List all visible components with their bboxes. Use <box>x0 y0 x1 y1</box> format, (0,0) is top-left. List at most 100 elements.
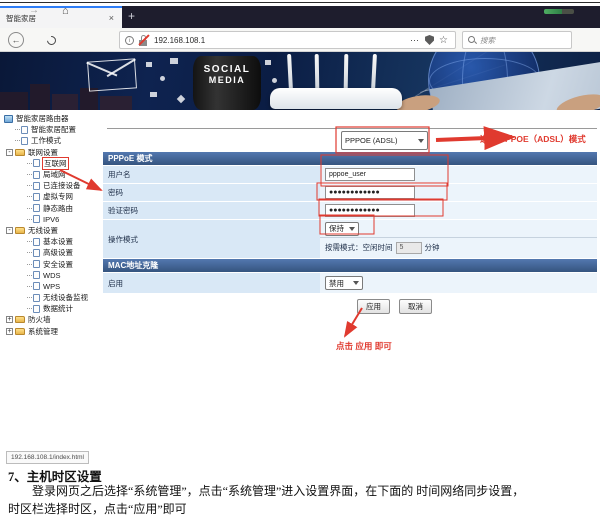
chevron-down-icon <box>418 139 424 143</box>
page-icon <box>33 282 40 290</box>
screenshot-root: 智能家居 × + ← → ⌂ i 192.168.108.1 ⋯ ☆ <box>0 0 600 528</box>
page-icon <box>21 126 28 134</box>
url-bar[interactable]: i 192.168.108.1 ⋯ ☆ <box>119 31 456 49</box>
url-text: 192.168.108.1 <box>154 36 407 45</box>
verify-password-input[interactable] <box>325 204 415 217</box>
nav-tree: 智能家居路由器 智能家居配置 工作模式 -联网设置 互联网 局域网 已连接设备 … <box>4 113 104 337</box>
chevron-down-icon <box>349 227 355 231</box>
annotation-click-apply: 点击 应用 即可 <box>336 340 392 352</box>
new-tab-button[interactable]: + <box>128 9 135 23</box>
search-box[interactable] <box>462 31 572 49</box>
internet-item-highlight: 互联网 <box>43 158 68 169</box>
router-antenna <box>371 54 377 90</box>
page-icon <box>33 193 40 201</box>
apply-button[interactable]: 应用 <box>357 299 390 314</box>
page-icon <box>33 249 40 257</box>
tree-item-work-mode[interactable]: 工作模式 <box>15 135 104 146</box>
tree-item-wireless-monitor[interactable]: 无线设备监视 <box>27 292 104 303</box>
router-antenna <box>287 54 293 90</box>
router-antenna <box>344 54 349 90</box>
idle-time-input[interactable] <box>396 242 422 254</box>
expand-icon[interactable]: + <box>6 328 13 335</box>
section-header-mac-clone: MAC地址克隆 <box>103 259 597 272</box>
forward-button[interactable]: → <box>29 5 39 16</box>
expand-icon[interactable]: + <box>6 316 13 323</box>
page-icon <box>33 215 40 223</box>
section-header-pppoe: PPPoE 模式 <box>103 152 597 165</box>
router-banner-image: SOCIAL MEDIA <box>0 52 600 110</box>
pppoe-settings-table: PPPoE 模式 用户名 密码 验证密码 操作模式 保持 <box>103 152 597 314</box>
password-label: 密码 <box>103 184 320 201</box>
tree-item-data-stats[interactable]: 数据统计 <box>27 303 104 314</box>
status-link-preview: 192.168.108.1/index.html <box>6 451 89 464</box>
tree-folder-network-settings[interactable]: -联网设置 <box>6 147 104 158</box>
tree-root-router[interactable]: 智能家居路由器 <box>4 113 104 124</box>
mac-clone-enable-select[interactable]: 禁用 <box>325 276 363 290</box>
collapse-icon[interactable]: - <box>6 227 13 234</box>
page-icon <box>21 137 28 145</box>
password-input[interactable] <box>325 186 415 199</box>
folder-icon <box>15 227 25 234</box>
tab-title: 智能家居 <box>6 13 107 24</box>
idle-unit-label: 分钟 <box>425 242 440 253</box>
tree-item-basic-settings[interactable]: 基本设置 <box>27 236 104 247</box>
router-icon <box>4 115 13 123</box>
tree-folder-wireless-settings[interactable]: -无线设置 <box>6 225 104 236</box>
insecure-lock-icon <box>138 35 149 46</box>
home-button[interactable]: ⌂ <box>62 5 69 17</box>
annotation-select-mode: 选择 PPPOE（ADSL）模式 <box>480 133 586 145</box>
top-border <box>0 2 600 3</box>
cancel-button[interactable]: 取消 <box>399 299 432 314</box>
panel-top-divider <box>107 128 597 129</box>
tree-item-advanced-settings[interactable]: 高级设置 <box>27 247 104 258</box>
page-icon <box>33 294 40 302</box>
site-info-icon[interactable]: i <box>125 36 134 45</box>
browser-tab[interactable]: 智能家居 × <box>0 6 122 28</box>
tree-item-security-settings[interactable]: 安全设置 <box>27 258 104 269</box>
back-button[interactable]: ← <box>8 32 24 48</box>
tree-item-internet[interactable]: 互联网 <box>27 158 104 169</box>
operation-mode-label: 操作模式 <box>103 220 320 258</box>
collapse-icon[interactable]: - <box>6 149 13 156</box>
enable-label: 启用 <box>103 273 320 293</box>
envelope-hologram-icon <box>87 58 137 91</box>
page-icon <box>33 171 40 179</box>
folder-icon <box>15 316 25 323</box>
download-progress-indicator <box>544 9 574 14</box>
chevron-down-icon <box>353 281 359 285</box>
tree-item-vpn[interactable]: 虚拟专网 <box>27 191 104 202</box>
username-input[interactable] <box>325 168 415 181</box>
username-label: 用户名 <box>103 166 320 183</box>
operation-mode-row: 操作模式 保持 按需模式：空闲时间 分钟 <box>103 220 597 258</box>
search-input[interactable] <box>480 36 560 45</box>
tree-item-ipv6[interactable]: IPV6 <box>27 214 104 225</box>
page-icon <box>33 260 40 268</box>
tree-item-wps[interactable]: WPS <box>27 281 104 292</box>
tree-folder-firewall[interactable]: +防火墙 <box>6 314 104 325</box>
keepalive-select[interactable]: 保持 <box>325 222 359 236</box>
page-icon <box>33 182 40 190</box>
tree-item-wds[interactable]: WDS <box>27 270 104 281</box>
page-icon <box>33 159 40 167</box>
folder-icon <box>15 328 25 335</box>
banner-title: SOCIAL MEDIA <box>193 64 261 86</box>
tree-item-static-route[interactable]: 静态路由 <box>27 203 104 214</box>
ondemand-label: 按需模式：空闲时间 <box>325 242 393 253</box>
form-buttons: 应用 取消 <box>357 299 597 314</box>
tree-item-connected-devices[interactable]: 已连接设备 <box>27 180 104 191</box>
folder-icon <box>15 149 25 156</box>
tree-item-lan[interactable]: 局域网 <box>27 169 104 180</box>
shield-icon[interactable] <box>425 35 434 45</box>
enable-row: 启用 禁用 <box>103 273 597 293</box>
wan-mode-select[interactable]: PPPOE (ADSL) <box>341 131 428 150</box>
tree-folder-system-admin[interactable]: +系统管理 <box>6 326 104 337</box>
page-actions-icon[interactable]: ⋯ <box>410 35 419 46</box>
password-row: 密码 <box>103 184 597 201</box>
tab-close-icon[interactable]: × <box>107 13 116 23</box>
doc-paragraph: 登录网页之后选择“系统管理”，点击“系统管理”进入设置界面，在下面的 时间网络同… <box>8 483 536 518</box>
search-icon <box>467 35 477 45</box>
bookmark-star-icon[interactable]: ☆ <box>439 35 448 46</box>
tree-item-smarthome-config[interactable]: 智能家居配置 <box>15 124 104 135</box>
page-icon <box>33 238 40 246</box>
page-icon <box>33 204 40 212</box>
